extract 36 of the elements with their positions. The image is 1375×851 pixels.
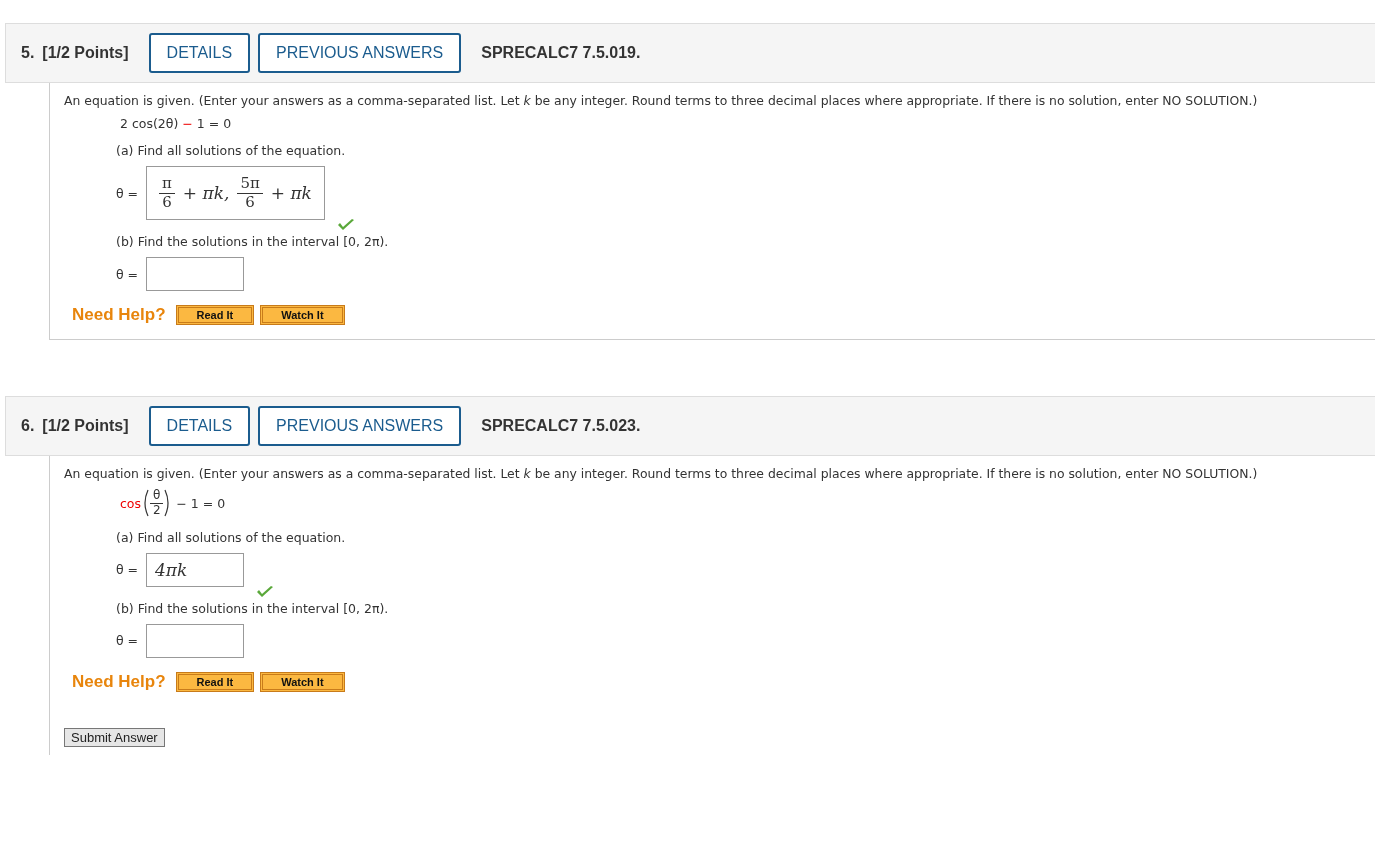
answer-label: θ = <box>116 633 140 649</box>
left-parenthesis-icon <box>142 489 150 518</box>
points-label: [1/2 Points] <box>42 417 129 435</box>
answer-field[interactable] <box>146 623 244 658</box>
answer-label: θ = <box>116 562 140 578</box>
equation: 2 cos(2θ) − 1 = 0 <box>120 116 233 131</box>
function-name: cos <box>120 495 142 511</box>
points-label: [1/2 Points] <box>42 44 129 62</box>
help-button[interactable]: Watch It <box>260 305 345 325</box>
header-button[interactable]: PREVIOUS ANSWERS <box>258 33 462 73</box>
right-parenthesis-icon <box>164 489 172 518</box>
answer-label: θ = <box>116 185 140 201</box>
fraction: θ 2 <box>150 489 164 518</box>
equation-rest: − 1 = 0 <box>175 495 226 511</box>
header-button[interactable]: DETAILS <box>148 406 251 446</box>
need-help-label: Need Help? <box>72 671 166 692</box>
question-prompt: (a) Find all solutions of the equation. <box>116 529 347 545</box>
instructions-text: An equation is given. (Enter your answers as a comma-separated list. Let k be any integer. Round terms to three decimal places where appropriate. If there is no solution, enter NO SOLUTION.) <box>64 93 1259 108</box>
submit-button[interactable]: Submit Answer <box>64 727 165 747</box>
answer-field[interactable] <box>146 257 244 291</box>
question-prompt: (b) Find the solutions in the interval [0, 2π). <box>116 234 390 249</box>
problem-code: SPRECALC7 7.5.023. <box>481 417 641 435</box>
help-button[interactable]: Read It <box>175 671 255 692</box>
help-button[interactable]: Read It <box>175 305 255 325</box>
question-number: 6. <box>21 417 35 435</box>
instructions-text: An equation is given. (Enter your answers as a comma-separated list. Let k be any integer. Round terms to three decimal places where appropriate. If there is no solution, enter NO SOLUTION.) <box>64 466 1259 481</box>
answer-field[interactable]: 4πk <box>146 552 244 587</box>
question-prompt: (a) Find all solutions of the equation. <box>116 143 347 158</box>
question-prompt: (b) Find the solutions in the interval [0, 2π). <box>116 600 390 616</box>
need-help-label: Need Help? <box>72 305 166 325</box>
question-number: 5. <box>21 44 35 62</box>
problem-code: SPRECALC7 7.5.019. <box>481 44 641 62</box>
help-button[interactable]: Watch It <box>260 671 345 692</box>
header-button[interactable]: DETAILS <box>148 33 251 73</box>
header-button[interactable]: PREVIOUS ANSWERS <box>258 406 462 446</box>
answer-label: θ = <box>116 266 140 282</box>
